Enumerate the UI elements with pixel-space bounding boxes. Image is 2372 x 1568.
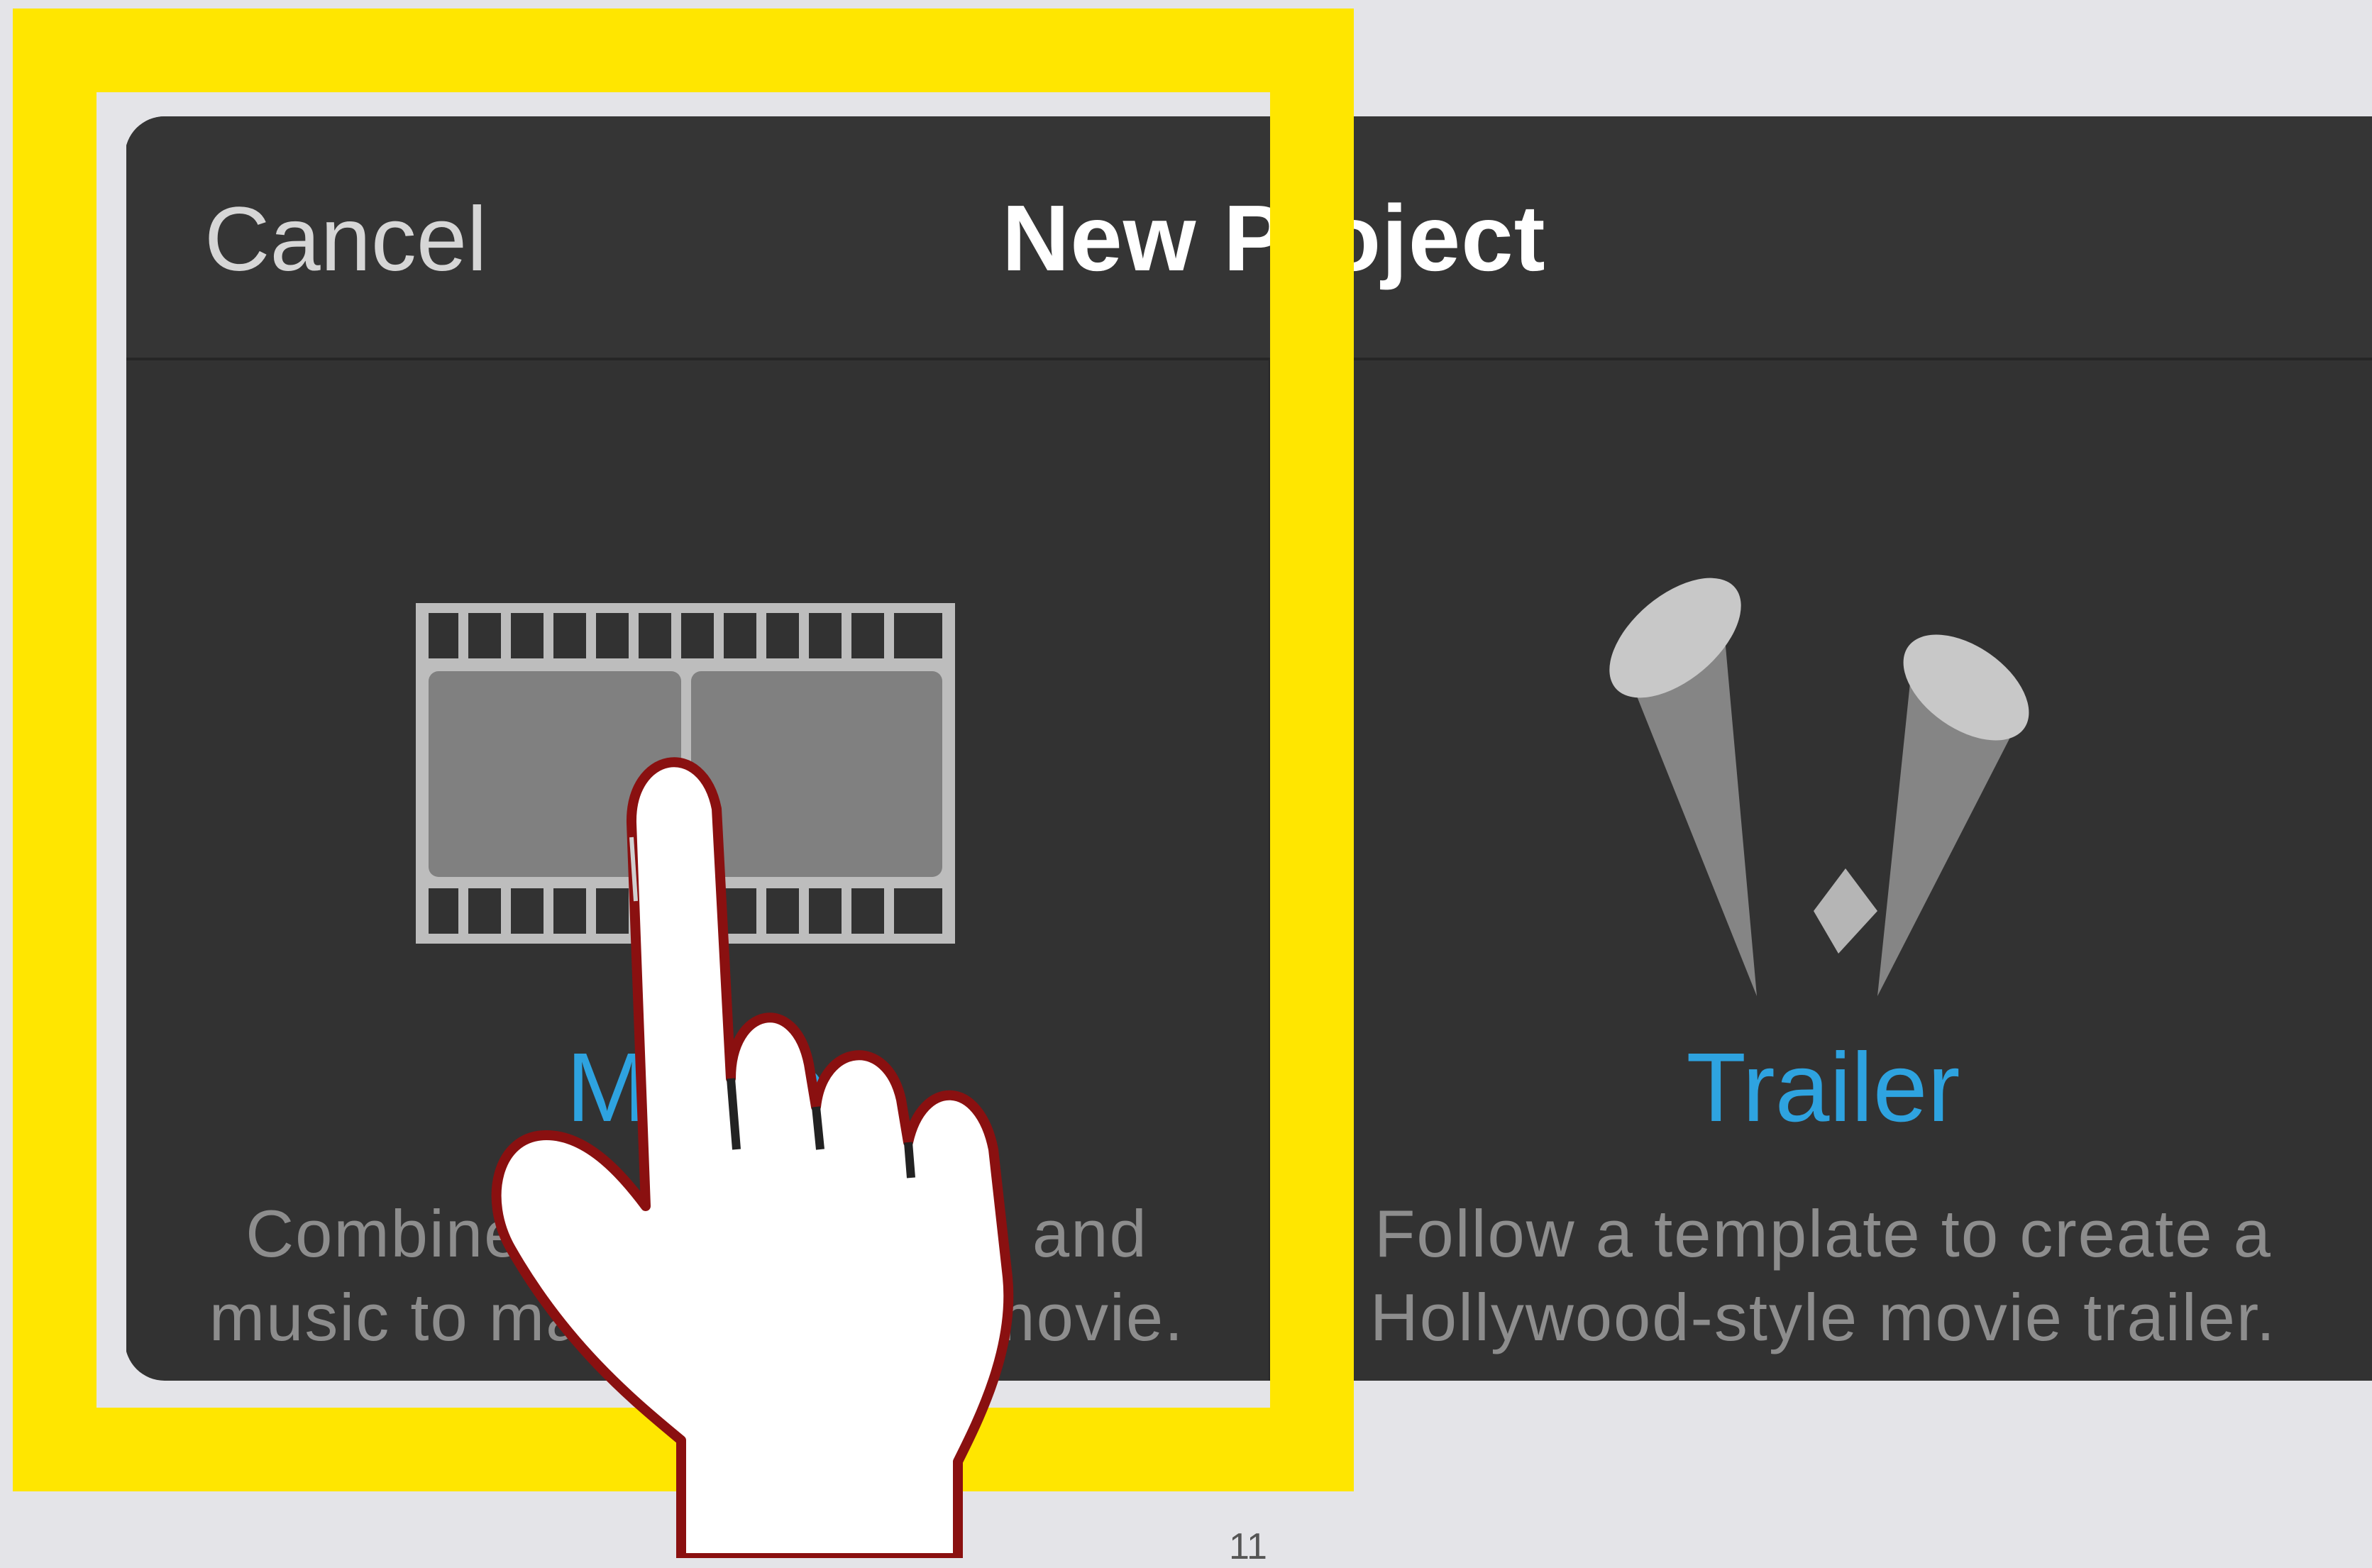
movie-option[interactable]: Movie Combine videos, photos, and music … (125, 358, 1269, 1381)
movie-description-line-2: music to make your own movie. (209, 1280, 1185, 1354)
trailer-option-description: Follow a template to create a Hollywood-… (1274, 1192, 2372, 1359)
spotlights-icon (1609, 578, 2029, 996)
trailer-description-line-2: Hollywood-style movie trailer. (1369, 1280, 2277, 1354)
trailer-description-line-1: Follow a template to create a (1374, 1196, 2272, 1271)
page-number: 11 (1229, 1526, 1267, 1567)
trailer-option[interactable]: Trailer Follow a template to create a Ho… (1274, 358, 2372, 1381)
cancel-button[interactable]: Cancel (204, 187, 487, 292)
movie-description-line-1: Combine videos, photos, and (246, 1196, 1148, 1271)
trailer-option-label: Trailer (1686, 1033, 1960, 1142)
film-strip-icon (416, 603, 955, 944)
movie-option-description: Combine videos, photos, and music to mak… (125, 1192, 1269, 1359)
dialog-title: New Project (1002, 186, 1546, 290)
new-project-dialog: Cancel New Project Movie Combine videos,… (125, 116, 2372, 1381)
navigation-bar: Cancel New Project (125, 116, 2372, 360)
movie-option-label: Movie (566, 1033, 828, 1142)
option-divider (1269, 358, 1274, 1381)
